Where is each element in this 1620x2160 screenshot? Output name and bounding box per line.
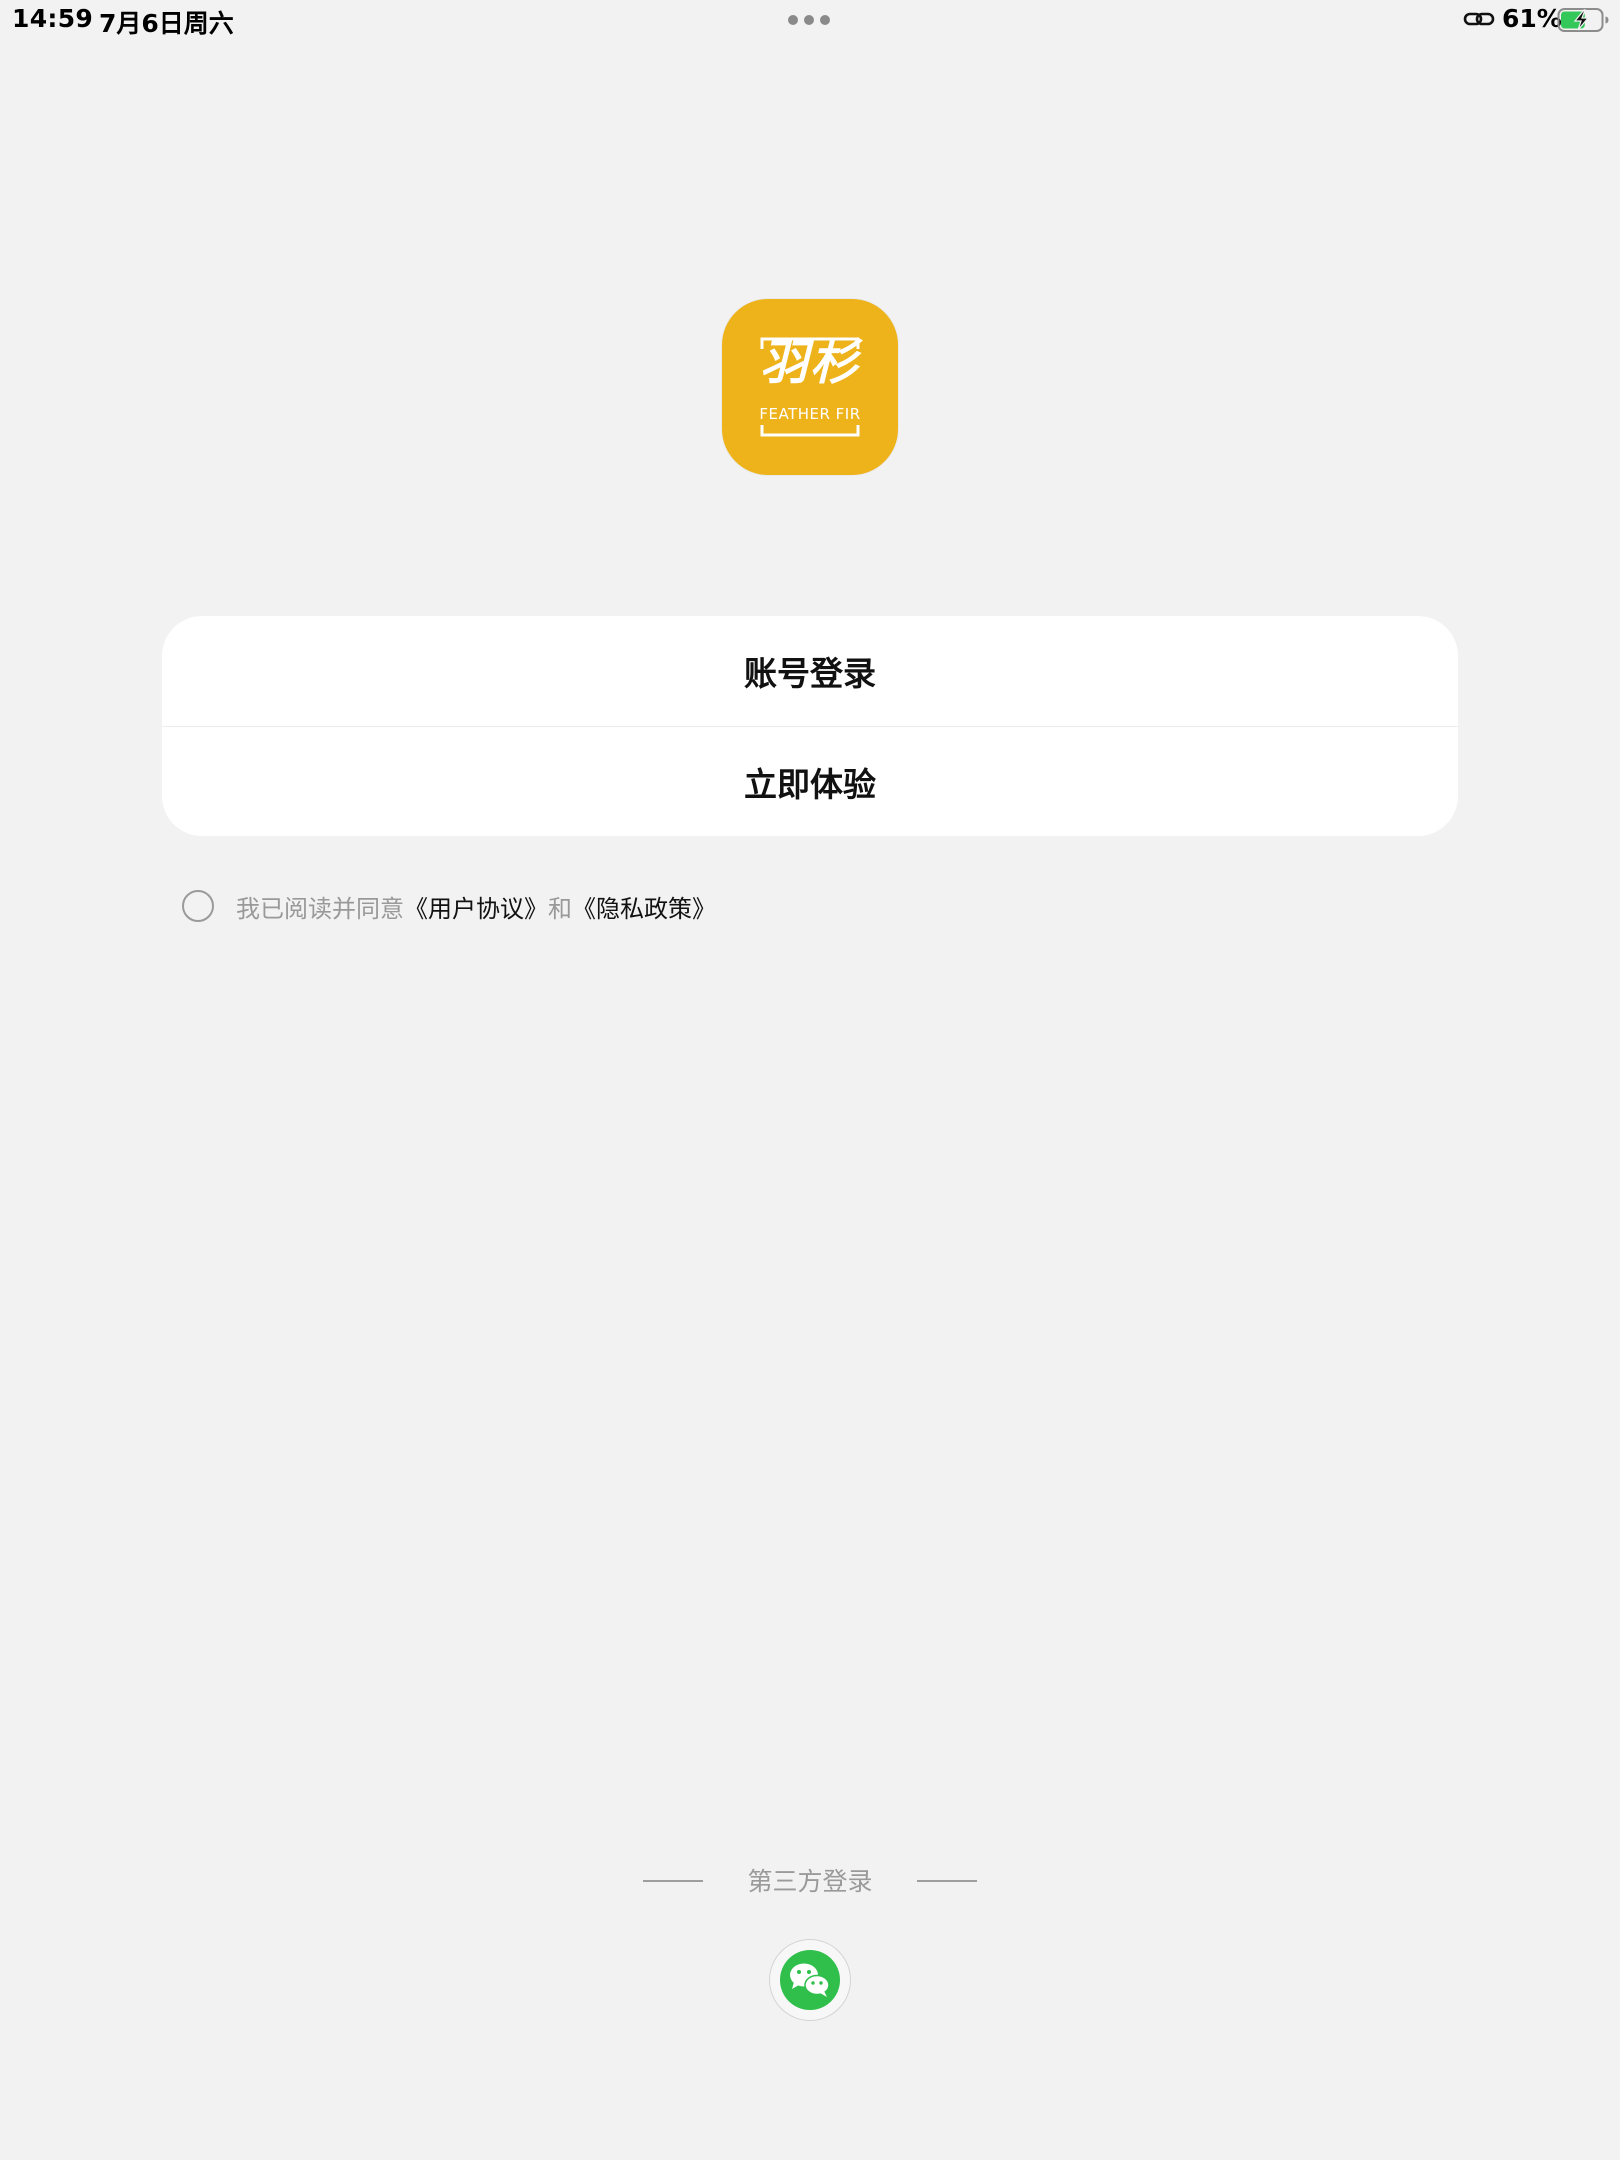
logo-name-cn: 羽杉 [759, 335, 860, 391]
logo-name-en: FEATHER FIR [759, 405, 861, 423]
privacy-policy-link[interactable]: 《隐私政策》 [572, 889, 716, 924]
status-time: 14:59 [12, 4, 94, 33]
dot [804, 15, 814, 25]
dot [788, 15, 798, 25]
account-login-button[interactable]: 账号登录 [162, 616, 1458, 726]
agreement-and: 和 [548, 894, 572, 923]
third-party-login-header: 第三方登录 [0, 1860, 1620, 1900]
status-date: 7月6日周六 [99, 9, 234, 38]
agreement-checkbox[interactable] [182, 890, 214, 922]
agreement-row: 我已阅读并同意 《用户协议》 和 《隐私政策》 [182, 888, 716, 924]
third-party-login-label: 第三方登录 [747, 1867, 873, 1896]
login-options-card: 账号登录 立即体验 [162, 616, 1458, 836]
link-icon [1463, 12, 1495, 26]
try-now-button[interactable]: 立即体验 [162, 726, 1458, 836]
wechat-login-button[interactable] [769, 1939, 851, 2021]
app-logo: 羽杉 FEATHER FIR [722, 299, 898, 475]
battery-percent: 61% [1502, 4, 1562, 33]
multitasking-dots[interactable] [788, 15, 830, 25]
agreement-prefix: 我已阅读并同意 [236, 894, 404, 923]
status-bar: 14:59 7月6日周六 61% [0, 0, 1620, 40]
divider-right [917, 1880, 977, 1882]
wechat-icon-bg [780, 1950, 840, 2010]
user-agreement-link[interactable]: 《用户协议》 [404, 889, 548, 924]
wechat-icon [790, 1963, 830, 1997]
dot [820, 15, 830, 25]
battery-charging-icon [1557, 8, 1609, 32]
